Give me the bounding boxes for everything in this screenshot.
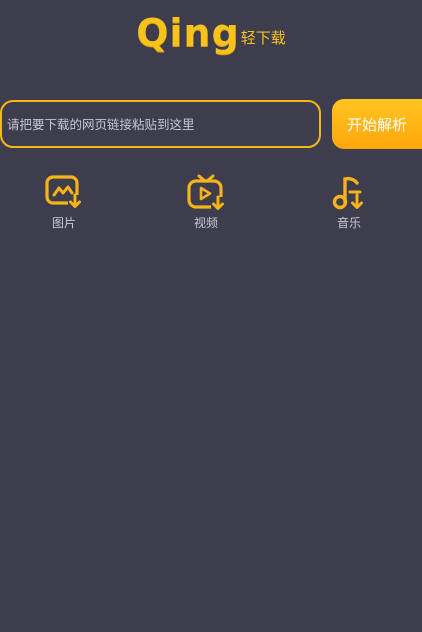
url-input[interactable]: [0, 100, 321, 148]
category-video[interactable]: 视频: [176, 173, 236, 231]
logo: Qing 轻下载: [0, 14, 422, 52]
tv-play-download-icon: [187, 174, 225, 211]
image-download-icon: [45, 175, 82, 209]
logo-wordmark: Qing: [136, 11, 240, 55]
app-screen: Qing 轻下载 开始解析 图片 视频: [0, 0, 422, 632]
category-label: 图片: [51, 216, 76, 230]
category-bar: 图片 视频 音乐: [0, 173, 422, 233]
category-label: 音乐: [336, 216, 361, 230]
music-download-icon: [332, 176, 363, 210]
category-music[interactable]: 音乐: [319, 173, 379, 231]
search-row: 开始解析: [0, 99, 422, 149]
category-image[interactable]: 图片: [34, 173, 94, 231]
logo-subtitle: 轻下载: [240, 29, 286, 47]
start-parse-button[interactable]: 开始解析: [332, 99, 422, 149]
category-label: 视频: [193, 216, 218, 230]
